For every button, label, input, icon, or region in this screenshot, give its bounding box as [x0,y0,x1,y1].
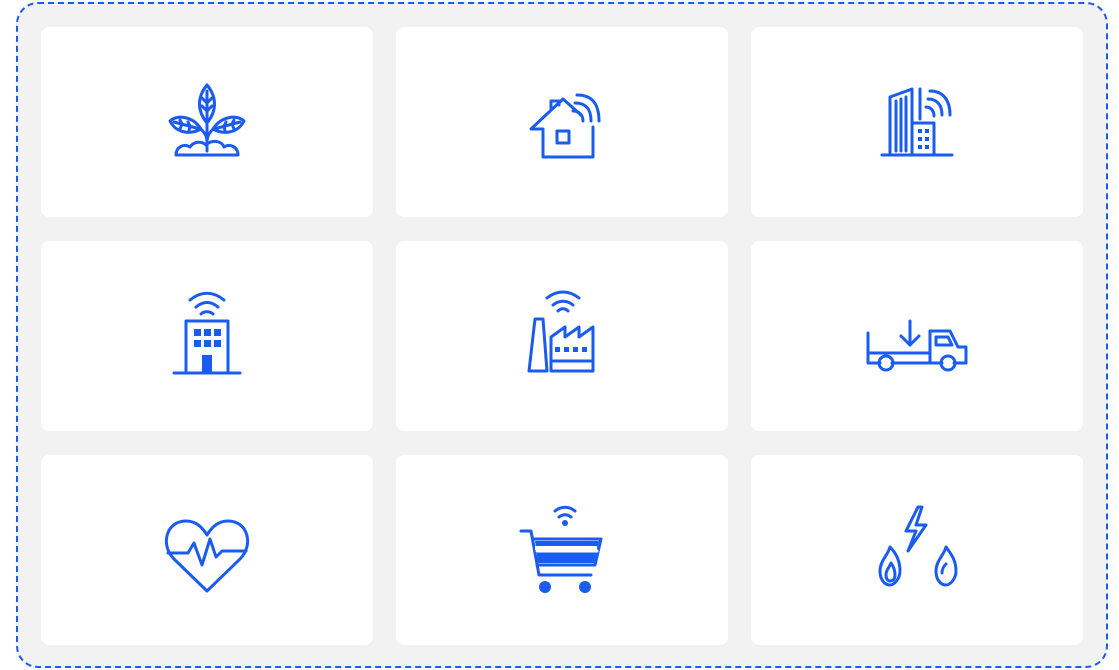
tile-logistics[interactable] [751,241,1083,431]
heart-pulse-icon [164,519,250,593]
smart-home-icon [529,93,601,159]
tile-smart-city[interactable] [751,27,1083,217]
plant-sprout-icon [168,83,246,157]
tile-smart-building[interactable] [41,241,373,431]
connected-cart-icon [519,505,603,593]
delivery-truck-icon [866,319,968,372]
tile-utilities[interactable] [751,455,1083,645]
tile-agriculture[interactable] [41,27,373,217]
tile-industry[interactable] [396,241,728,431]
use-case-grid [41,27,1083,646]
smart-factory-icon [527,290,595,373]
tile-smart-home[interactable] [396,27,728,217]
connected-building-icon [172,291,242,375]
smart-buildings-icon [880,87,954,157]
energy-gas-water-icon [878,505,958,587]
tile-healthcare[interactable] [41,455,373,645]
tile-retail[interactable] [396,455,728,645]
